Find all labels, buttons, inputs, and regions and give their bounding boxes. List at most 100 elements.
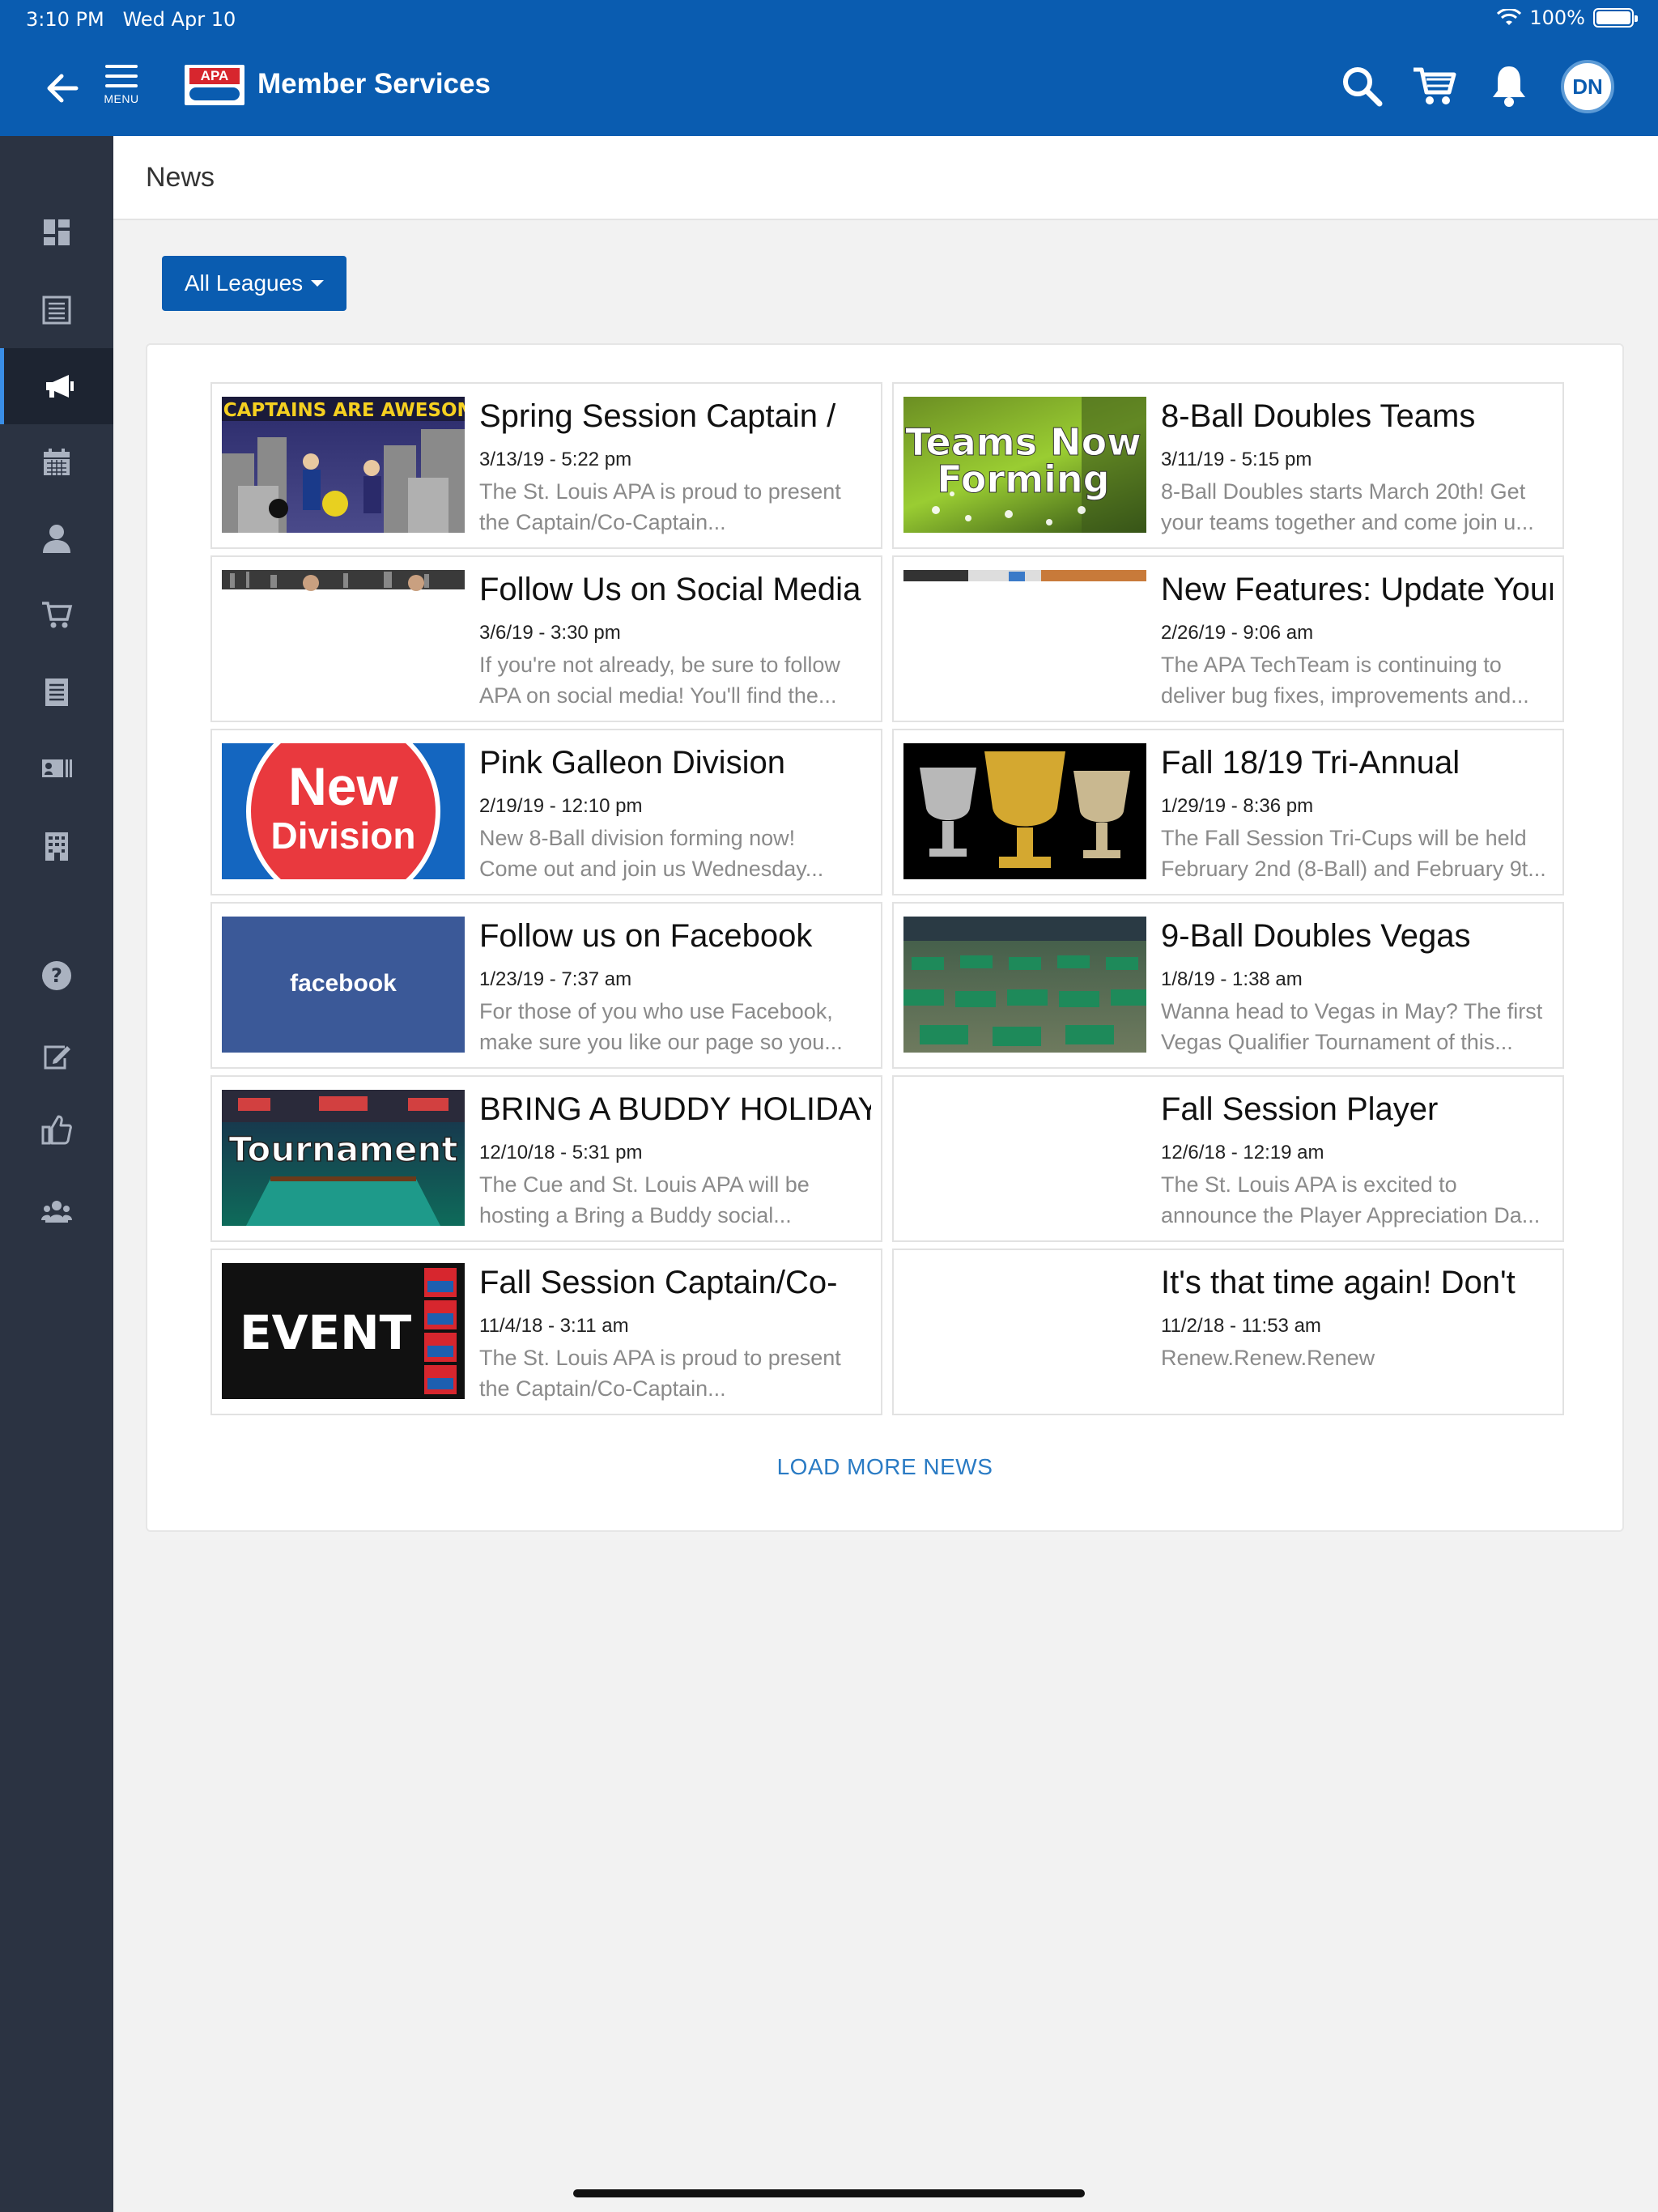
news-card[interactable]: New Features: Update Your 2/26/19 - 9:06…	[892, 555, 1564, 722]
news-excerpt: Wanna head to Vegas in May? The first Veg…	[1161, 999, 1543, 1054]
news-card[interactable]: Tournament BRING A BUDDY HOLIDAY 12/10/1…	[210, 1075, 882, 1242]
league-filter-dropdown[interactable]: All Leagues	[162, 256, 346, 311]
sidebar-item-help[interactable]: ?	[0, 938, 113, 1014]
news-thumbnail: Teams Now Forming	[903, 397, 1146, 533]
building-icon	[45, 832, 68, 861]
sidebar-item-organizations[interactable]	[0, 808, 113, 884]
sidebar-item-news[interactable]	[0, 348, 113, 424]
news-excerpt: The APA TechTeam is continuing to deliver…	[1161, 653, 1529, 708]
avatar[interactable]: DN	[1561, 60, 1614, 113]
news-card[interactable]: EVENT Fall Session Captain/Co- 11/4/18 -…	[210, 1249, 882, 1415]
sidebar-item-list[interactable]	[0, 272, 113, 348]
news-date: 12/6/18 - 12:19 am	[1161, 1142, 1324, 1163]
news-thumbnail: M CAPTAINS ARE AWESOME	[222, 397, 465, 533]
battery-icon	[1593, 8, 1638, 28]
news-date: 12/10/18 - 5:31 pm	[479, 1142, 643, 1163]
news-title: Fall Session Captain/Co-	[479, 1265, 838, 1300]
svg-text:Forming: Forming	[937, 457, 1109, 501]
news-excerpt: For those of you who use Facebook, make s…	[479, 999, 843, 1054]
news-excerpt: New 8-Ball division forming now! Come out…	[479, 826, 824, 881]
news-thumbnail	[903, 743, 1146, 879]
svg-text:facebook: facebook	[290, 970, 397, 997]
edit-icon	[44, 1045, 70, 1070]
news-thumbnail: New Division	[222, 743, 465, 879]
bell-icon[interactable]	[1486, 63, 1532, 108]
menu-button[interactable]: MENU	[102, 65, 141, 105]
wifi-icon	[1497, 9, 1522, 25]
news-date: 11/4/18 - 3:11 am	[479, 1315, 629, 1337]
sidebar-item-calendar[interactable]	[0, 424, 113, 500]
cart-icon[interactable]	[1412, 63, 1457, 108]
news-excerpt: 8-Ball Doubles starts March 20th! Get you…	[1161, 479, 1534, 534]
news-title: BRING A BUDDY HOLIDAY	[479, 1091, 871, 1127]
svg-text:Division: Division	[271, 815, 416, 857]
app-title: Member Services	[257, 68, 491, 100]
news-panel: M CAPTAINS ARE AWESOME Spring Session Ca…	[146, 343, 1624, 1532]
sidebar-item-like[interactable]	[0, 1091, 113, 1168]
news-card[interactable]: Fall 18/19 Tri-Annual 1/29/19 - 8:36 pm …	[892, 729, 1564, 895]
sidebar-item-profile[interactable]	[0, 500, 113, 576]
sidebar-item-cart[interactable]	[0, 576, 113, 653]
news-date: 1/23/19 - 7:37 am	[479, 968, 632, 990]
news-excerpt: If you're not already, be sure to follow…	[479, 653, 840, 708]
news-excerpt: The Fall Session Tri-Cups will be held Fe…	[1161, 826, 1546, 881]
news-card[interactable]: 9-Ball Doubles Vegas 1/8/19 - 1:38 am Wa…	[892, 902, 1564, 1069]
news-card[interactable]: New Division Pink Galleon Division 2/19/…	[210, 729, 882, 895]
news-date: 3/11/19 - 5:15 pm	[1161, 449, 1312, 470]
page-title: News	[146, 162, 215, 193]
news-title: Follow us on Facebook	[479, 918, 813, 954]
sidebar-item-members[interactable]	[0, 730, 113, 806]
status-time: 3:10 PM Wed Apr 10	[26, 8, 236, 31]
news-card[interactable]: facebook Follow us on Facebook 1/23/19 -…	[210, 902, 882, 1069]
news-thumbnail	[903, 1090, 1146, 1226]
news-title: New Features: Update Your	[1161, 572, 1553, 607]
sidebar-item-feedback[interactable]	[0, 1019, 113, 1095]
svg-text:?: ?	[51, 964, 62, 987]
news-thumbnail	[903, 1263, 1146, 1399]
news-date: 3/13/19 - 5:22 pm	[479, 449, 632, 470]
team-icon	[41, 1201, 72, 1223]
news-thumbnail: EVENT	[222, 1263, 465, 1399]
load-more-news-link[interactable]: LOAD MORE NEWS	[147, 1454, 1622, 1480]
document-icon	[45, 678, 68, 706]
news-title: Fall 18/19 Tri-Annual	[1161, 745, 1460, 781]
news-date: 11/2/18 - 11:53 am	[1161, 1315, 1321, 1337]
thumbs-up-icon	[41, 1115, 72, 1145]
search-icon[interactable]	[1339, 63, 1384, 108]
news-card[interactable]: Follow Us on Social Media 3/6/19 - 3:30 …	[210, 555, 882, 722]
news-card[interactable]: M CAPTAINS ARE AWESOME Spring Session Ca…	[210, 382, 882, 549]
news-thumbnail	[903, 570, 1146, 706]
user-icon	[43, 525, 70, 553]
id-card-icon	[42, 759, 72, 777]
cart-icon	[42, 602, 73, 628]
sidebar-item-dashboard[interactable]	[0, 194, 113, 270]
news-title: 8-Ball Doubles Teams	[1161, 398, 1476, 434]
sidebar-item-team[interactable]	[0, 1172, 113, 1249]
list-icon	[42, 296, 71, 325]
news-title: Pink Galleon Division	[479, 745, 785, 781]
home-indicator[interactable]	[573, 2189, 1085, 2197]
news-thumbnail	[222, 570, 465, 706]
news-title: Fall Session Player	[1161, 1091, 1439, 1127]
apa-logo: APA	[185, 65, 244, 105]
page-header: News	[113, 136, 1658, 220]
news-card[interactable]: Fall Session Player 12/6/18 - 12:19 am T…	[892, 1075, 1564, 1242]
news-title: It's that time again! Don't	[1161, 1265, 1516, 1300]
calendar-icon	[44, 449, 70, 475]
news-card[interactable]: It's that time again! Don't 11/2/18 - 11…	[892, 1249, 1564, 1415]
news-date: 1/8/19 - 1:38 am	[1161, 968, 1303, 990]
megaphone-icon	[45, 375, 74, 398]
status-clock: 3:10 PM	[26, 8, 104, 31]
help-icon: ?	[42, 961, 71, 990]
news-thumbnail: Tournament	[222, 1090, 465, 1226]
menu-icon	[102, 65, 141, 87]
dashboard-icon	[44, 219, 70, 245]
svg-text:New: New	[288, 756, 398, 816]
sidebar-item-documents[interactable]	[0, 654, 113, 730]
app-header: 3:10 PM Wed Apr 10 100% MENU APA Member …	[0, 0, 1658, 136]
news-date: 3/6/19 - 3:30 pm	[479, 622, 621, 644]
back-arrow-icon[interactable]	[44, 70, 81, 107]
news-date: 1/29/19 - 8:36 pm	[1161, 795, 1314, 817]
news-card[interactable]: Teams Now Forming 8-Ball Doubles Teams 3…	[892, 382, 1564, 549]
svg-text:M CAPTAINS ARE AWESOME: M CAPTAINS ARE AWESOME	[222, 400, 465, 421]
